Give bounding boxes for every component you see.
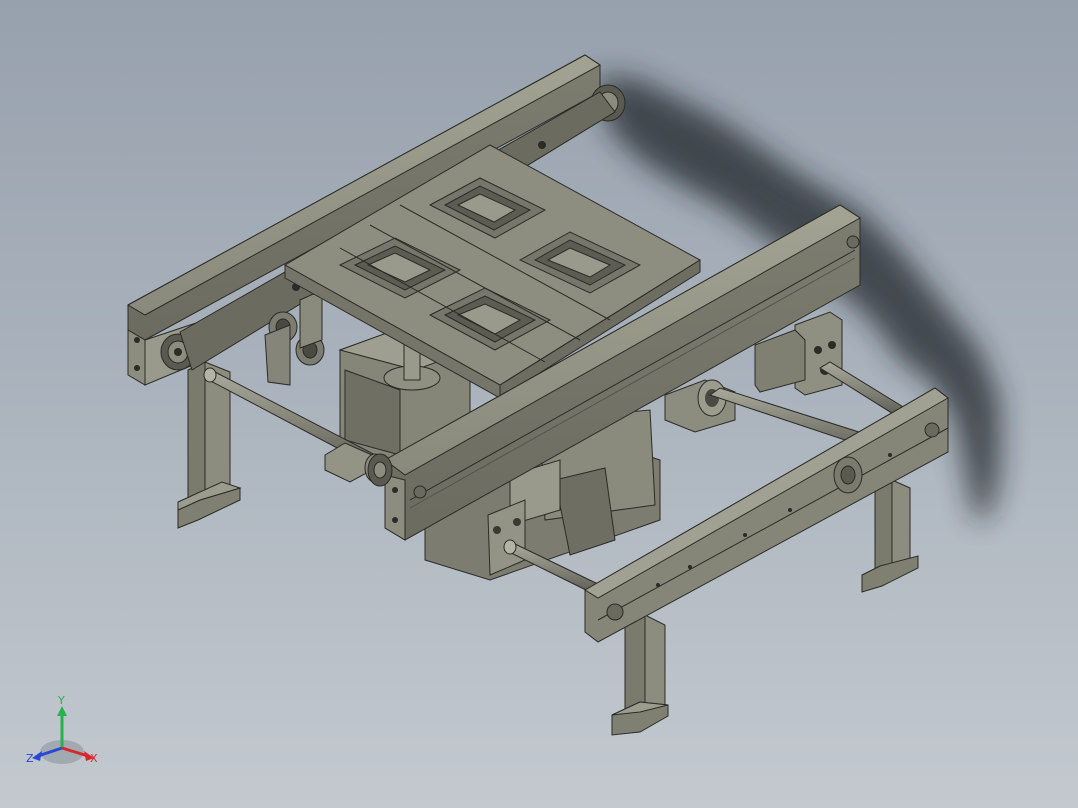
view-orientation-triad[interactable]: Y X Z (20, 690, 110, 780)
conveyor-assembly-model[interactable] (0, 0, 1078, 808)
leg-front[interactable] (611, 614, 669, 736)
leg-back-right[interactable] (861, 479, 919, 593)
z-axis-label: Z (26, 752, 34, 765)
y-axis-arrow-icon (57, 706, 67, 716)
cross-rod-back[interactable] (819, 361, 906, 416)
y-axis-label: Y (57, 694, 65, 707)
cad-viewport[interactable]: Y X Z (0, 0, 1078, 808)
x-axis-label: X (90, 752, 98, 765)
